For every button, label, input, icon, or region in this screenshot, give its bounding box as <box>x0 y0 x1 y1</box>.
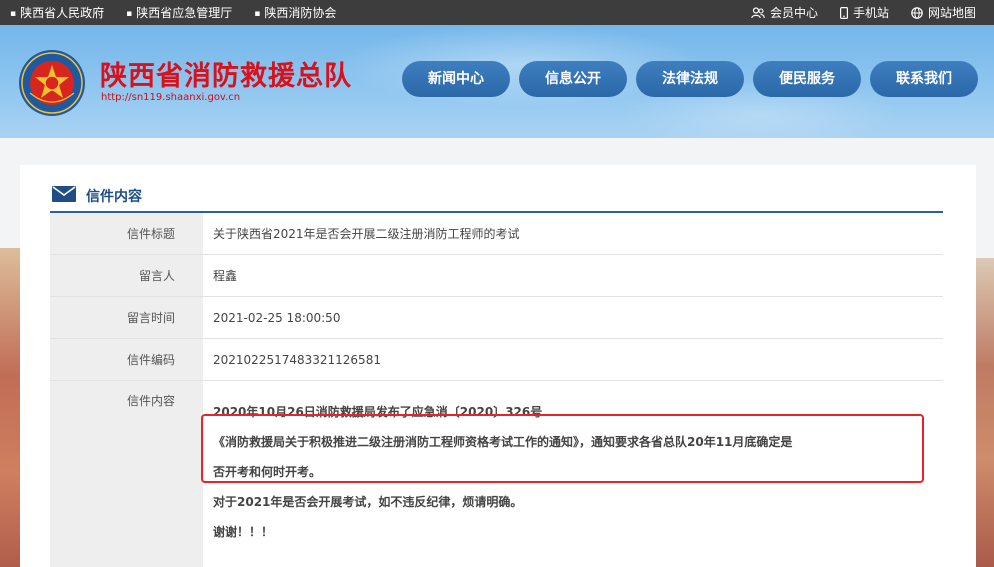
site-header: 陕西省消防救援总队 http://sn119.shaanxi.gov.cn 新闻… <box>0 25 994 138</box>
letter-title-value: 关于陕西省2021年是否会开展二级注册消防工程师的考试 <box>213 227 520 241</box>
field-label: 信件编码 <box>50 339 203 380</box>
letter-panel: 信件内容 信件标题 关于陕西省2021年是否会开展二级注册消防工程师的考试 留言… <box>20 165 976 567</box>
table-row: 留言人 程鑫 <box>50 255 943 297</box>
top-utility-bar: 陕西省人民政府 陕西省应急管理厅 陕西消防协会 会员中心 手机站 网站地图 <box>0 0 994 25</box>
field-label: 留言人 <box>50 255 203 296</box>
table-row: 信件编码 20210225174833211265​81 <box>50 339 943 381</box>
link-shaanxi-government[interactable]: 陕西省人民政府 <box>10 4 104 21</box>
site-title: 陕西省消防救援总队 <box>100 61 352 92</box>
field-label: 信件标题 <box>50 213 203 254</box>
sitemap-label: 网站地图 <box>927 6 976 20</box>
nav-info-disclosure[interactable]: 信息公开 <box>519 61 627 97</box>
message-time-value: 2021-02-25 18:00:50 <box>213 311 341 325</box>
nav-laws-regulations[interactable]: 法律法规 <box>636 61 744 97</box>
envelope-icon <box>52 186 76 202</box>
link-fire-association[interactable]: 陕西消防协会 <box>254 4 336 21</box>
sitemap-link[interactable]: 网站地图 <box>911 4 976 21</box>
backdrop-decoration-left <box>0 248 20 567</box>
letter-details-table: 信件标题 关于陕西省2021年是否会开展二级注册消防工程师的考试 留言人 程鑫 … <box>50 213 943 567</box>
top-right-links: 会员中心 手机站 网站地图 <box>729 0 976 25</box>
main-navigation: 新闻中心 信息公开 法律法规 便民服务 联系我们 <box>402 61 987 97</box>
section-header: 信件内容 <box>50 181 943 213</box>
mobile-site-label: 手机站 <box>852 6 889 20</box>
globe-icon <box>911 6 923 19</box>
member-center-label: 会员中心 <box>769 6 818 20</box>
table-row: 留言时间 2021-02-25 18:00:50 <box>50 297 943 339</box>
external-links: 陕西省人民政府 陕西省应急管理厅 陕西消防协会 <box>10 0 358 25</box>
field-label: 信件内容 <box>50 381 203 567</box>
author-value: 程鑫 <box>213 269 238 283</box>
users-icon <box>751 6 765 18</box>
mobile-phone-icon <box>839 6 848 19</box>
content-line: 谢谢！！！ <box>213 525 274 539</box>
link-emergency-department[interactable]: 陕西省应急管理厅 <box>126 4 232 21</box>
content-line: 对于2021年是否会开展考试，如不违反纪律，烦请明确。 <box>213 495 523 509</box>
nav-contact-us[interactable]: 联系我们 <box>870 61 978 97</box>
fire-rescue-emblem-icon[interactable] <box>18 49 86 117</box>
letter-code-value: 20210225174833211265​81 <box>213 353 381 367</box>
highlight-annotation-box <box>201 414 924 483</box>
nav-news-center[interactable]: 新闻中心 <box>402 61 510 97</box>
field-label: 留言时间 <box>50 297 203 338</box>
site-url: http://sn119.shaanxi.gov.cn <box>101 92 241 103</box>
section-title: 信件内容 <box>86 189 142 205</box>
nav-public-services[interactable]: 便民服务 <box>753 61 861 97</box>
table-row: 信件标题 关于陕西省2021年是否会开展二级注册消防工程师的考试 <box>50 213 943 255</box>
member-center-link[interactable]: 会员中心 <box>751 4 818 21</box>
mobile-site-link[interactable]: 手机站 <box>839 4 889 21</box>
